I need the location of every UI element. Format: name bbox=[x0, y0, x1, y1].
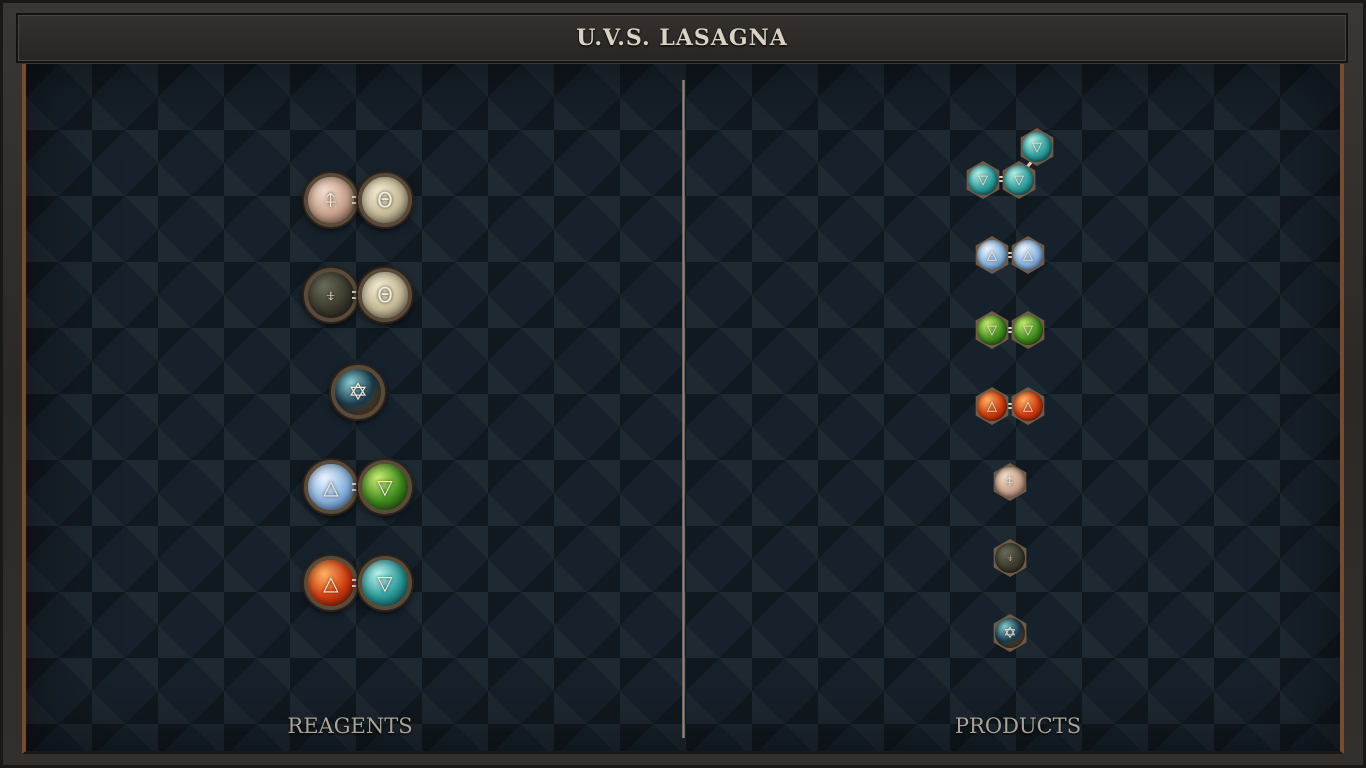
mors-atom: ⍖ bbox=[991, 539, 1029, 577]
mors-icon: ⍖ bbox=[1006, 550, 1014, 566]
title-bar: U.V.S. LASAGNA bbox=[16, 13, 1348, 63]
earth-atom: ▽ bbox=[1009, 311, 1047, 349]
quintessence-icon: Θ bbox=[377, 188, 393, 212]
water-atom: ▽ bbox=[1000, 161, 1038, 199]
salt-icon: ⍏ bbox=[1006, 474, 1014, 490]
fire-icon: △ bbox=[987, 398, 997, 414]
product-molecule-7[interactable]: ✡ bbox=[991, 614, 1029, 652]
mors-icon: ⍖ bbox=[325, 283, 337, 307]
vitae-atom: ✡ bbox=[331, 365, 385, 419]
air-atom: △ bbox=[304, 460, 358, 514]
reagents-label: REAGENTS bbox=[287, 714, 413, 738]
product-molecule-6[interactable]: ⍖ bbox=[991, 539, 1029, 577]
water-icon: ▽ bbox=[1014, 172, 1024, 188]
fire-atom: △ bbox=[973, 387, 1011, 425]
fire-atom: △ bbox=[304, 556, 358, 610]
column-divider bbox=[682, 80, 685, 738]
reagent-molecule-3[interactable]: ✡ bbox=[331, 365, 385, 419]
water-icon: ▽ bbox=[1032, 139, 1042, 155]
salt-atom: ⍏ bbox=[304, 173, 358, 227]
earth-icon: ▽ bbox=[377, 475, 393, 499]
water-icon: ▽ bbox=[978, 172, 988, 188]
air-icon: △ bbox=[323, 475, 339, 499]
vitae-icon: ✡ bbox=[1003, 623, 1017, 642]
fire-atom: △ bbox=[1009, 387, 1047, 425]
earth-icon: ▽ bbox=[1023, 322, 1033, 338]
water-icon: ▽ bbox=[377, 571, 393, 595]
page-title: U.V.S. LASAGNA bbox=[576, 25, 788, 51]
reagent-molecule-1[interactable]: ⍏ Θ bbox=[304, 173, 412, 227]
earth-icon: ▽ bbox=[987, 322, 997, 338]
air-atom: △ bbox=[973, 236, 1011, 274]
vitae-atom: ✡ bbox=[991, 614, 1029, 652]
quintessence-icon: Θ bbox=[377, 283, 393, 307]
salt-icon: ⍏ bbox=[325, 188, 337, 212]
vitae-icon: ✡ bbox=[347, 378, 369, 406]
water-atom: ▽ bbox=[1018, 128, 1056, 166]
air-icon: △ bbox=[1023, 247, 1033, 263]
earth-atom: ▽ bbox=[358, 460, 412, 514]
water-atom: ▽ bbox=[358, 556, 412, 610]
fire-icon: △ bbox=[323, 571, 339, 595]
air-icon: △ bbox=[987, 247, 997, 263]
reagent-molecule-5[interactable]: △ ▽ bbox=[304, 556, 412, 610]
reagent-molecule-2[interactable]: ⍖ Θ bbox=[304, 268, 412, 322]
salt-atom: ⍏ bbox=[991, 463, 1029, 501]
quintessence-atom: Θ bbox=[358, 268, 412, 322]
product-molecule-4[interactable]: △ △ bbox=[973, 387, 1047, 425]
water-atom: ▽ bbox=[964, 161, 1002, 199]
product-molecule-3[interactable]: ▽ ▽ bbox=[973, 311, 1047, 349]
fire-icon: △ bbox=[1023, 398, 1033, 414]
reagent-molecule-4[interactable]: △ ▽ bbox=[304, 460, 412, 514]
product-molecule-5[interactable]: ⍏ bbox=[991, 463, 1029, 501]
earth-atom: ▽ bbox=[973, 311, 1011, 349]
mors-atom: ⍖ bbox=[304, 268, 358, 322]
product-molecule-1[interactable]: ▽ ▽ ▽ bbox=[964, 126, 1059, 202]
products-label: PRODUCTS bbox=[954, 714, 1082, 738]
air-atom: △ bbox=[1009, 236, 1047, 274]
product-molecule-2[interactable]: △ △ bbox=[973, 236, 1047, 274]
quintessence-atom: Θ bbox=[358, 173, 412, 227]
